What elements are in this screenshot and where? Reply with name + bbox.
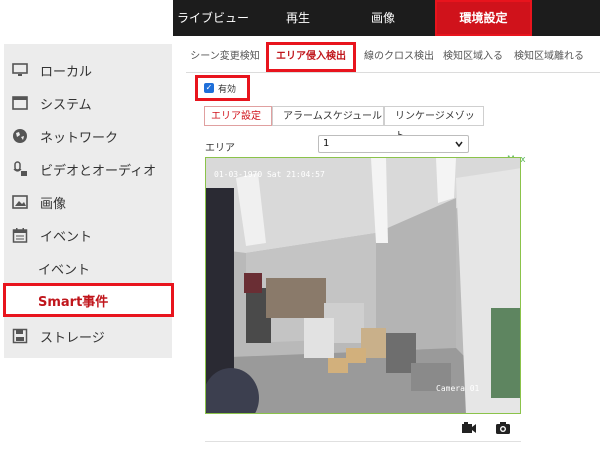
monitor-icon (12, 63, 28, 76)
sidebar-item-label: 画像 (40, 196, 67, 212)
sidebar-item-network[interactable]: ネットワーク (4, 120, 172, 152)
camera-snapshot-icon[interactable] (495, 421, 511, 435)
sidebar-item-label: イベント (38, 262, 91, 278)
enable-checkbox[interactable]: ✓ (204, 83, 214, 93)
calendar-icon (12, 228, 28, 243)
sidebar-item-label: ローカル (40, 64, 93, 80)
sidebar-item-system[interactable]: システム (4, 87, 172, 119)
nav-live-view[interactable]: ライブビュー (173, 0, 253, 36)
save-icon (12, 328, 28, 344)
enable-toggle[interactable]: ✓ 有効 (195, 75, 250, 101)
controls-divider (205, 441, 521, 442)
area-label: エリア (205, 143, 235, 154)
step-linkage-method[interactable]: リンケージメゾット (384, 106, 484, 142)
osd-timestamp: 01-03-1970 Sat 21:04:57 (214, 170, 325, 179)
tab-line-cross[interactable]: 線のクロス検出 (358, 42, 440, 72)
sidebar-item-label: イベント (40, 229, 93, 245)
record-clip-icon[interactable] (461, 421, 477, 435)
microphone-icon (13, 161, 27, 176)
area-select[interactable]: 1 (318, 135, 469, 153)
sidebar: ローカル システム ネットワーク ビデオとオーディオ 画像 イベント イベント … (3, 44, 174, 358)
step-area-settings[interactable]: エリア設定 (204, 106, 272, 126)
video-preview[interactable]: 01-03-1970 Sat 21:04:57 Camera 01 (205, 157, 521, 414)
image-icon (12, 195, 28, 209)
nav-image[interactable]: 画像 (353, 0, 413, 36)
sidebar-item-image[interactable]: 画像 (4, 186, 172, 218)
sidebar-item-local[interactable]: ローカル (4, 54, 172, 86)
globe-icon (13, 129, 27, 143)
sidebar-item-label: Smart事件 (38, 294, 109, 310)
sidebar-item-label: ストレージ (40, 330, 105, 346)
sidebar-item-event[interactable]: イベント (4, 219, 172, 251)
step-alarm-schedule[interactable]: アラームスケジュール (272, 106, 384, 126)
tabs-divider (186, 72, 600, 73)
sidebar-item-label: システム (40, 97, 92, 113)
nav-configuration[interactable]: 環境設定 (435, 0, 532, 36)
sidebar-item-storage[interactable]: ストレージ (4, 320, 172, 352)
camera-scene (206, 158, 520, 413)
osd-camera-name: Camera 01 (436, 384, 480, 393)
tab-scene-change[interactable]: シーン変更検知 (186, 42, 264, 72)
area-select-value: 1 (323, 138, 330, 149)
tab-area-intrusion[interactable]: エリア侵入検出 (266, 42, 356, 72)
detection-tabs: シーン変更検知 エリア侵入検出 線のクロス検出 検知区域入る 検知区域離れる (186, 42, 600, 72)
tab-region-exit[interactable]: 検知区域離れる (508, 42, 590, 72)
enable-label: 有効 (218, 84, 237, 95)
sidebar-item-video-audio[interactable]: ビデオとオーディオ (4, 153, 172, 185)
sidebar-item-label: ネットワーク (40, 130, 119, 146)
sidebar-subitem-event[interactable]: イベント (4, 252, 172, 284)
nav-playback[interactable]: 再生 (268, 0, 328, 36)
top-nav: ライブビュー 再生 画像 環境設定 (173, 0, 600, 36)
sidebar-subitem-smart-event[interactable]: Smart事件 (3, 283, 174, 317)
chevron-down-icon (455, 141, 463, 148)
sidebar-item-label: ビデオとオーディオ (40, 163, 157, 179)
window-icon (12, 96, 28, 110)
tab-region-entry[interactable]: 検知区域入る (440, 42, 506, 72)
